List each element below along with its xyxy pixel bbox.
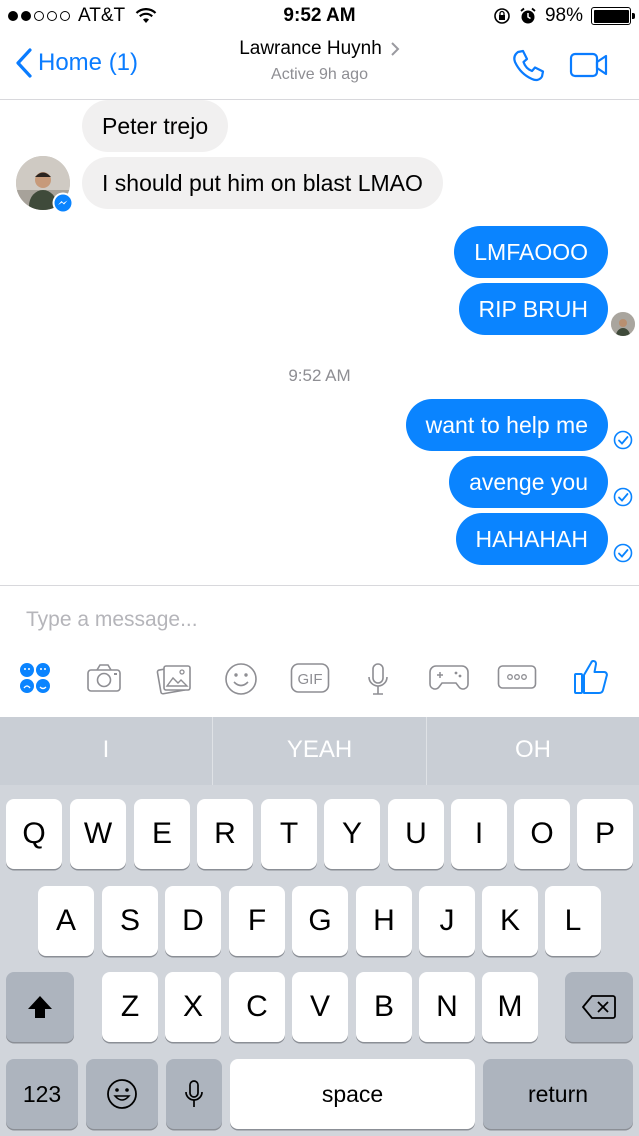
microphone-icon xyxy=(185,1080,203,1107)
phone-call-icon[interactable] xyxy=(510,48,546,84)
key-o[interactable]: O xyxy=(514,799,570,869)
predictive-bar: I YEAH OH xyxy=(0,717,639,785)
messenger-screen: { "status_bar": {"carrier": "AT&T", "tim… xyxy=(0,0,639,1136)
smiley-icon[interactable] xyxy=(224,662,258,696)
outgoing-message[interactable]: RIP BRUH xyxy=(458,283,608,335)
photo-icon[interactable] xyxy=(156,662,192,696)
prediction-3[interactable]: OH xyxy=(427,717,639,785)
numbers-key[interactable]: 123 xyxy=(6,1059,78,1129)
shift-arrow-icon xyxy=(28,996,52,1018)
key-a[interactable]: A xyxy=(38,886,94,956)
key-l[interactable]: L xyxy=(545,886,601,956)
like-thumb-icon[interactable] xyxy=(573,658,609,696)
key-w[interactable]: W xyxy=(70,799,126,869)
keyboard: I YEAH OH Q W E R T Y U I O P A S D F G … xyxy=(0,717,639,1136)
backspace-icon xyxy=(582,995,616,1019)
delete-key[interactable] xyxy=(565,972,633,1042)
prediction-1[interactable]: I xyxy=(0,717,212,785)
key-x[interactable]: X xyxy=(165,972,221,1042)
status-bar: AT&T 9:52 AM 98% xyxy=(0,0,639,32)
video-call-icon[interactable] xyxy=(569,52,609,78)
key-i[interactable]: I xyxy=(451,799,507,869)
shift-key[interactable] xyxy=(6,972,74,1042)
message-composer: Type a message... GIF xyxy=(0,585,639,717)
key-d[interactable]: D xyxy=(165,886,221,956)
key-t[interactable]: T xyxy=(261,799,317,869)
space-key[interactable]: space xyxy=(230,1059,475,1129)
incoming-message[interactable]: Peter trejo xyxy=(82,100,229,152)
game-controller-icon[interactable] xyxy=(428,662,470,692)
rotation-lock-icon xyxy=(494,8,510,24)
emoji-grid-icon[interactable] xyxy=(19,662,51,694)
key-r[interactable]: R xyxy=(197,799,253,869)
svg-text:GIF: GIF xyxy=(298,671,323,688)
key-h[interactable]: H xyxy=(356,886,412,956)
battery-percent: 98% xyxy=(544,5,583,26)
contact-name: Lawrance Huynh xyxy=(239,38,382,59)
return-key[interactable]: return xyxy=(483,1059,633,1129)
chevron-right-icon xyxy=(391,42,400,56)
message-timestamp: 9:52 AM xyxy=(288,366,351,385)
outgoing-message[interactable]: LMFAOOO xyxy=(454,226,608,278)
prediction-2[interactable]: YEAH xyxy=(213,717,426,785)
sent-check-icon xyxy=(613,430,633,450)
key-e[interactable]: E xyxy=(134,799,190,869)
key-z[interactable]: Z xyxy=(102,972,158,1042)
key-j[interactable]: J xyxy=(419,886,475,956)
emoji-smiley-icon xyxy=(107,1079,137,1109)
outgoing-message[interactable]: HAHAHAH xyxy=(455,513,608,565)
sent-check-icon xyxy=(613,487,633,507)
key-s[interactable]: S xyxy=(102,886,158,956)
camera-icon[interactable] xyxy=(86,662,122,694)
key-y[interactable]: Y xyxy=(324,799,380,869)
emoji-key[interactable] xyxy=(86,1059,158,1129)
conversation-header: Home (1) Lawrance Huynh Active 9h ago xyxy=(0,32,639,100)
battery-icon xyxy=(591,7,635,25)
outgoing-message[interactable]: avenge you xyxy=(449,456,608,508)
key-g[interactable]: G xyxy=(292,886,348,956)
message-input[interactable]: Type a message... xyxy=(26,608,198,632)
more-icon[interactable] xyxy=(497,662,537,692)
dictation-key[interactable] xyxy=(166,1059,222,1129)
key-v[interactable]: V xyxy=(292,972,348,1042)
key-q[interactable]: Q xyxy=(6,799,62,869)
status-right: 98% xyxy=(493,5,635,27)
microphone-icon[interactable] xyxy=(366,662,390,696)
gif-icon[interactable]: GIF xyxy=(290,662,330,694)
key-c[interactable]: C xyxy=(229,972,285,1042)
key-m[interactable]: M xyxy=(482,972,538,1042)
key-n[interactable]: N xyxy=(419,972,475,1042)
alarm-icon xyxy=(520,7,536,24)
key-b[interactable]: B xyxy=(356,972,412,1042)
key-p[interactable]: P xyxy=(577,799,633,869)
key-k[interactable]: K xyxy=(482,886,538,956)
messenger-badge-icon xyxy=(52,192,74,214)
outgoing-message[interactable]: want to help me xyxy=(405,399,608,451)
incoming-message[interactable]: I should put him on blast LMAO xyxy=(82,157,443,209)
key-u[interactable]: U xyxy=(388,799,444,869)
read-receipt-avatar xyxy=(611,312,635,336)
sent-check-icon xyxy=(613,543,633,563)
key-f[interactable]: F xyxy=(229,886,285,956)
